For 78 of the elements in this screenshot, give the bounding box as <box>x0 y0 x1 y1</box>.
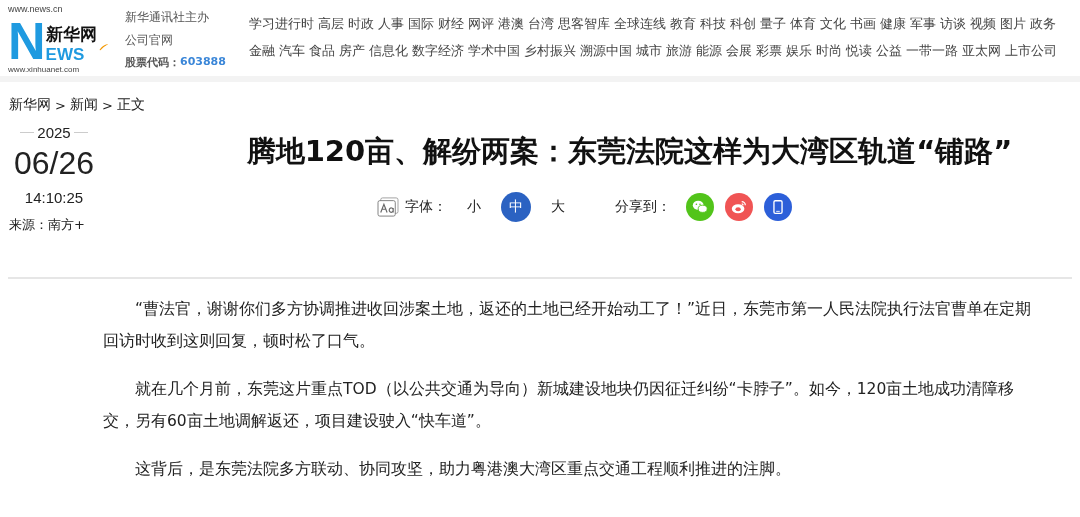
nav-link[interactable]: 溯源中国 <box>579 43 632 60</box>
date-year: 2025 <box>37 124 71 141</box>
logo-url: www.xinhuanet.com <box>8 65 80 74</box>
nav-link[interactable]: 会展 <box>725 43 752 60</box>
nav-link[interactable]: 学术中国 <box>467 43 520 60</box>
font-size-label: 字体： <box>405 198 447 216</box>
eye-signal-icon <box>730 198 748 216</box>
nav-link[interactable]: 台湾 <box>527 16 554 33</box>
nav-link[interactable]: 访谈 <box>939 16 966 33</box>
nav-link[interactable]: 体育 <box>789 16 816 33</box>
nav-link[interactable]: 一带一路 <box>905 43 958 60</box>
font-size-option[interactable]: 中 <box>501 192 531 222</box>
nav-link[interactable]: 信息化 <box>368 43 408 60</box>
nav-link[interactable]: 科创 <box>729 16 756 33</box>
nav-link[interactable]: 网评 <box>467 16 494 33</box>
nav-link[interactable]: 书画 <box>849 16 876 33</box>
nav-link[interactable]: 思客智库 <box>557 16 610 33</box>
article-paragraph: 就在几个月前，东莞这片重点TOD（以公共交通为导向）新城建设地块仍因征迁纠纷“卡脖子”。如今，120亩土地成功清障移交，另有60亩土地调解返还，项目建设驶入“快车道”。 <box>103 379 1016 432</box>
org-text: 公司官网 <box>125 32 174 49</box>
nav-link[interactable]: 文化 <box>819 16 846 33</box>
nav-link[interactable]: 国际 <box>407 16 434 33</box>
nav-link[interactable]: 城市 <box>635 43 662 60</box>
nav-link[interactable]: 时尚 <box>815 43 842 60</box>
nav-link[interactable]: 时政 <box>347 16 374 33</box>
logo-name: 新华网 <box>45 23 97 45</box>
nav-link[interactable]: 图片 <box>999 16 1026 33</box>
article-source: 来源：南方+ <box>9 216 85 234</box>
font-size-option[interactable]: 大 <box>543 192 573 222</box>
nav-link[interactable]: 全球连线 <box>613 16 666 33</box>
nav-link[interactable]: 公益 <box>875 43 902 60</box>
font-size-option[interactable]: 小 <box>459 192 489 222</box>
nav-link[interactable]: 健康 <box>879 16 906 33</box>
article-paragraph: “曹法官，谢谢你们多方协调推进收回涉案土地，返还的土地已经开始动工了！”近日，东莞市第一人民法院执行法官曹单在定期回访时收到这则回复，顿时松了口气。 <box>103 299 1033 352</box>
nav-link[interactable]: 能源 <box>695 43 722 60</box>
nav-link[interactable]: 乡村振兴 <box>523 43 576 60</box>
nav-link[interactable]: 量子 <box>759 16 786 33</box>
nav-link[interactable]: 悦读 <box>845 43 872 60</box>
breadcrumb-separator: > <box>55 97 66 113</box>
logo-letter: N <box>8 17 46 65</box>
nav-link[interactable]: 政务 <box>1029 16 1056 33</box>
mobile-share-button[interactable] <box>764 193 792 221</box>
nav-link[interactable]: 上市公司 <box>1004 43 1057 60</box>
nav-link[interactable]: 财经 <box>437 16 464 33</box>
nav-link[interactable]: 房产 <box>338 43 365 60</box>
article-paragraph: 这背后，是东莞法院多方联动、协同攻坚，助力粤港澳大湾区重点交通工程顺利推进的注脚。 <box>134 459 792 480</box>
nav-link[interactable]: 娱乐 <box>785 43 812 60</box>
nav-link[interactable]: 教育 <box>669 16 696 33</box>
nav-link[interactable]: 视频 <box>969 16 996 33</box>
nav-link[interactable]: 亚太网 <box>961 43 1001 60</box>
nav-link[interactable]: 金融 <box>248 43 275 60</box>
font-size-icon <box>377 197 399 217</box>
wechat-share-button[interactable] <box>686 193 714 221</box>
breadcrumb-current: 正文 <box>116 96 145 114</box>
nav-link[interactable]: 科技 <box>699 16 726 33</box>
nav-link[interactable]: 港澳 <box>497 16 524 33</box>
breadcrumb-link[interactable]: 新华网 <box>9 96 51 114</box>
nav-link[interactable]: 高层 <box>317 16 344 33</box>
nav-link[interactable]: 食品 <box>308 43 335 60</box>
nav-link[interactable]: 彩票 <box>755 43 782 60</box>
org-text: 新华通讯社主办 <box>125 9 210 26</box>
breadcrumb-link[interactable]: 新闻 <box>69 96 98 114</box>
date-time: 14:10:25 <box>24 189 84 206</box>
breadcrumb-separator: > <box>101 97 113 113</box>
nav-link[interactable]: 军事 <box>909 16 936 33</box>
nav-link[interactable]: 人事 <box>377 16 404 33</box>
weibo-share-button[interactable] <box>725 193 753 221</box>
nav-link[interactable]: 学习进行时 <box>248 16 314 33</box>
date-day: 06/26 <box>13 141 95 185</box>
stock-label: 股票代码： <box>125 55 180 70</box>
article-title: 腾地120亩、解纷两案：东莞法院这样为大湾区轨道“铺路” <box>246 133 1013 170</box>
nav-link[interactable]: 汽车 <box>278 43 305 60</box>
chat-bubbles-icon <box>691 198 709 216</box>
share-label: 分享到： <box>615 198 671 216</box>
logo-url: www.news.cn <box>8 4 63 15</box>
stock-code[interactable]: 603888 <box>180 55 226 70</box>
logo-news: EWS <box>45 45 85 65</box>
nav-link[interactable]: 数字经济 <box>411 43 464 60</box>
nav-link[interactable]: 旅游 <box>665 43 692 60</box>
